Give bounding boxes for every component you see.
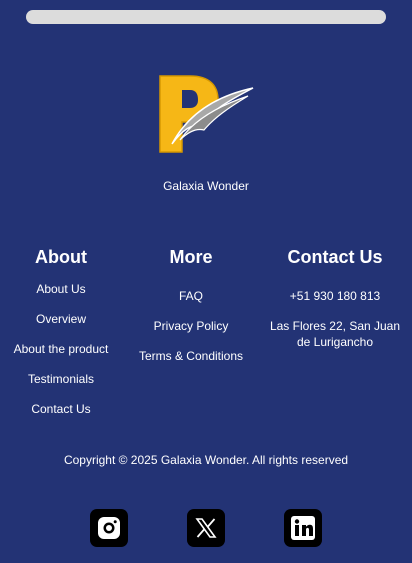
link-privacy-policy[interactable]: Privacy Policy — [122, 318, 260, 334]
footer-contact-column: Contact Us +51 930 180 813 Las Flores 22… — [262, 246, 408, 349]
link-faq[interactable]: FAQ — [122, 288, 260, 304]
brand-logo — [158, 74, 254, 154]
link-about-us[interactable]: About Us — [0, 281, 122, 297]
contact-phone[interactable]: +51 930 180 813 — [262, 288, 408, 304]
more-heading: More — [169, 247, 213, 267]
search-bar[interactable] — [26, 10, 386, 24]
x-icon — [195, 518, 217, 538]
link-contact-us[interactable]: Contact Us — [0, 401, 122, 417]
link-about-product[interactable]: About the product — [0, 341, 122, 357]
about-heading: About — [35, 247, 87, 267]
contact-address: Las Flores 22, San Juan de Lurigancho — [269, 319, 401, 349]
link-overview[interactable]: Overview — [0, 311, 122, 327]
contact-heading: Contact Us — [287, 247, 383, 267]
footer-more-column: More FAQ Privacy Policy Terms & Conditio… — [122, 246, 260, 363]
footer-about-column: About About Us Overview About the produc… — [0, 246, 122, 416]
x-link[interactable] — [187, 509, 225, 547]
link-terms[interactable]: Terms & Conditions — [122, 348, 260, 364]
copyright-text: Copyright © 2025 Galaxia Wonder. All rig… — [63, 453, 349, 467]
instagram-icon — [98, 517, 120, 539]
brand-name: Galaxia Wonder — [163, 179, 249, 193]
linkedin-icon — [291, 516, 315, 540]
link-testimonials[interactable]: Testimonials — [0, 371, 122, 387]
linkedin-link[interactable] — [284, 509, 322, 547]
instagram-link[interactable] — [90, 509, 128, 547]
